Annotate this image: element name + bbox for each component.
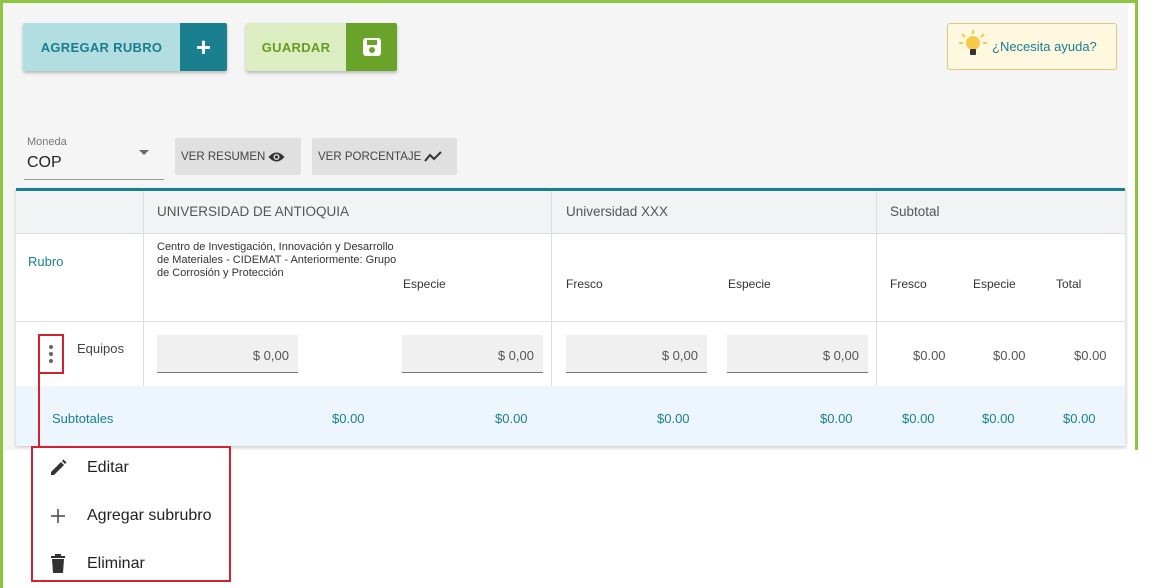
menu-item-edit-label: Editar bbox=[87, 459, 129, 476]
budget-panel: AGREGAR RUBRO + GUARDAR ¿Necesita ayuda?… bbox=[3, 3, 1128, 450]
save-button[interactable]: GUARDAR bbox=[246, 23, 397, 71]
frame-right-border bbox=[1135, 0, 1138, 450]
add-rubro-label: AGREGAR RUBRO bbox=[23, 23, 180, 71]
menu-item-delete[interactable]: Eliminar bbox=[33, 544, 229, 584]
header-subtotal-especie: Especie bbox=[973, 277, 1016, 291]
header-cidemat: Centro de Investigación, Innovación y De… bbox=[157, 241, 397, 279]
pencil-icon bbox=[39, 458, 77, 478]
group-header-udea: UNIVERSIDAD DE ANTIOQUIA bbox=[157, 204, 350, 219]
add-rubro-button[interactable]: AGREGAR RUBRO + bbox=[23, 23, 227, 71]
view-percentage-label: VER PORCENTAJE bbox=[318, 150, 422, 163]
header-udea-especie: Especie bbox=[403, 277, 446, 291]
row-name: Equipos bbox=[77, 341, 124, 356]
group-header-subtotal: Subtotal bbox=[890, 204, 940, 219]
plus-icon: + bbox=[180, 23, 227, 71]
currency-value: COP bbox=[27, 154, 62, 171]
help-label: ¿Necesita ayuda? bbox=[992, 39, 1097, 54]
subtotal-value: $0.00 bbox=[332, 411, 365, 426]
view-summary-label: VER RESUMEN bbox=[181, 150, 266, 163]
row-subtotal-total: $0.00 bbox=[1074, 348, 1107, 363]
save-label: GUARDAR bbox=[246, 23, 346, 71]
currency-caption: Moneda bbox=[27, 136, 67, 148]
menu-item-edit[interactable]: Editar bbox=[33, 448, 229, 488]
row-subtotal-fresco: $0.00 bbox=[913, 348, 946, 363]
add-icon bbox=[39, 507, 77, 525]
lightbulb-icon bbox=[958, 29, 988, 64]
subtotal-value: $0.00 bbox=[982, 411, 1015, 426]
dropdown-arrow-icon bbox=[139, 150, 149, 155]
eye-icon bbox=[268, 151, 285, 163]
input-udea-cidemat[interactable]: $ 0,00 bbox=[157, 335, 298, 373]
help-button[interactable]: ¿Necesita ayuda? bbox=[947, 23, 1117, 70]
menu-item-add-subrubro-label: Agregar subrubro bbox=[87, 507, 212, 524]
menu-item-add-subrubro[interactable]: Agregar subrubro bbox=[33, 496, 229, 536]
column-divider bbox=[143, 191, 144, 386]
row-divider bbox=[16, 321, 1125, 322]
header-xxx-fresco: Fresco bbox=[566, 277, 603, 291]
more-vert-icon bbox=[49, 345, 53, 349]
rubro-header: Rubro bbox=[28, 254, 64, 269]
view-percentage-button[interactable]: VER PORCENTAJE bbox=[312, 138, 457, 175]
view-summary-button[interactable]: VER RESUMEN bbox=[175, 138, 301, 175]
row-subtotal-especie: $0.00 bbox=[993, 348, 1026, 363]
subtotal-value: $0.00 bbox=[495, 411, 528, 426]
trash-icon bbox=[39, 554, 77, 574]
header-subtotal-total: Total bbox=[1056, 277, 1082, 291]
subtotals-row bbox=[16, 386, 1125, 446]
subtotal-value: $0.00 bbox=[820, 411, 853, 426]
header-subtotal-fresco: Fresco bbox=[890, 277, 927, 291]
budget-table: UNIVERSIDAD DE ANTIOQUIA Universidad XXX… bbox=[16, 188, 1125, 446]
subtotals-label: Subtotales bbox=[52, 411, 114, 426]
row-context-menu: Editar Agregar subrubro Eliminar bbox=[31, 446, 231, 582]
header-xxx-especie: Especie bbox=[728, 277, 771, 291]
subtotal-value: $0.00 bbox=[902, 411, 935, 426]
subtotal-value: $0.00 bbox=[657, 411, 690, 426]
trend-icon bbox=[424, 150, 443, 163]
save-icon bbox=[346, 23, 397, 71]
highlight-connector bbox=[38, 368, 40, 446]
currency-select[interactable]: Moneda COP bbox=[24, 134, 164, 180]
group-header-xxx: Universidad XXX bbox=[566, 204, 669, 219]
input-xxx-fresco[interactable]: $ 0,00 bbox=[566, 335, 707, 373]
subtotal-value: $0.00 bbox=[1063, 411, 1096, 426]
row-actions-button[interactable] bbox=[38, 334, 64, 374]
input-xxx-especie[interactable]: $ 0,00 bbox=[727, 335, 868, 373]
menu-item-delete-label: Eliminar bbox=[87, 555, 145, 572]
input-udea-especie[interactable]: $ 0,00 bbox=[402, 335, 543, 373]
